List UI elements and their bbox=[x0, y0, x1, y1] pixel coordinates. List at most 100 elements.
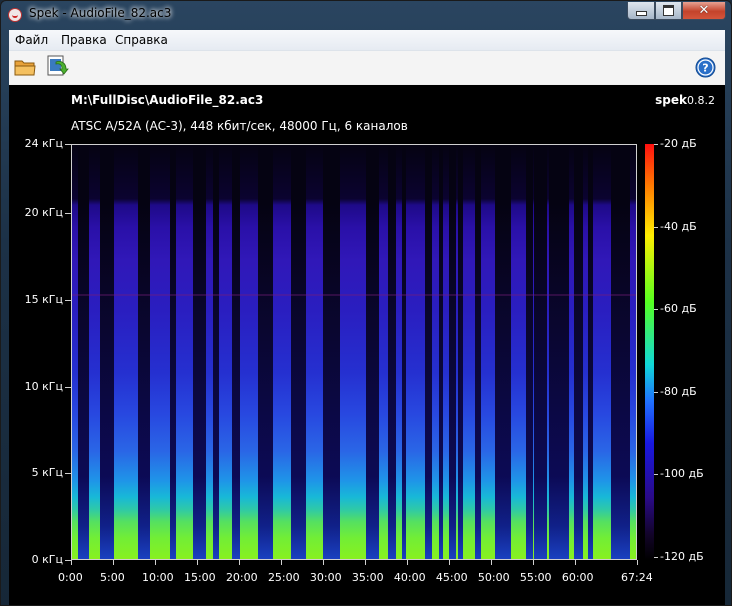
spectrogram-quiet-band bbox=[373, 145, 380, 559]
x-axis-tick bbox=[364, 560, 366, 565]
x-axis-tick bbox=[448, 560, 450, 565]
spek-app-icon bbox=[8, 8, 22, 22]
save-image-icon[interactable] bbox=[45, 54, 69, 78]
spectrogram-quiet-band bbox=[331, 145, 340, 559]
spectrogram-panel: M:\FullDisc\AudioFile_82.ac3 spek 0.8.2 … bbox=[9, 85, 725, 605]
x-axis-label: 40:00 bbox=[393, 571, 426, 584]
x-axis-label: 45:00 bbox=[435, 571, 468, 584]
app-window: Spek - AudioFile_82.ac3 ✕ Файл Правка Сп… bbox=[0, 0, 732, 606]
menu-edit[interactable]: Правка bbox=[61, 33, 107, 47]
menu-bar: Файл Правка Справка bbox=[9, 30, 725, 51]
spectrogram-quiet-band bbox=[77, 145, 89, 559]
help-icon[interactable]: ? bbox=[695, 57, 716, 78]
colorbar-tick bbox=[654, 391, 658, 393]
spectral-line bbox=[72, 294, 636, 297]
maximize-button[interactable] bbox=[655, 2, 682, 20]
y-axis-label: 5 кГц bbox=[31, 466, 63, 480]
x-axis-tick bbox=[406, 560, 408, 565]
window-title: Spek - AudioFile_82.ac3 bbox=[29, 6, 172, 20]
colorbar-tick bbox=[654, 474, 658, 476]
spectrogram-quiet-band bbox=[588, 145, 593, 559]
spectrogram-quiet-band bbox=[137, 145, 151, 559]
file-info: ATSC A/52A (AC-3), 448 кбит/сек, 48000 Г… bbox=[71, 119, 408, 133]
x-axis-label: 67:24 bbox=[621, 571, 653, 584]
spectrogram-quiet-band bbox=[548, 145, 563, 559]
x-axis-tick bbox=[196, 560, 198, 565]
x-axis-label: 30:00 bbox=[309, 571, 342, 584]
x-axis-tick bbox=[280, 560, 282, 565]
spectrogram-quiet-band bbox=[169, 145, 177, 559]
x-axis-tick bbox=[574, 560, 576, 565]
y-axis-label: 15 кГц bbox=[24, 293, 63, 306]
spectrogram-quiet-band bbox=[526, 145, 534, 559]
colorbar-label: -100 дБ bbox=[660, 467, 704, 481]
spectrogram-quiet-band bbox=[438, 145, 444, 559]
x-axis-tick bbox=[322, 560, 324, 565]
spectrogram-quiet-band bbox=[213, 145, 219, 559]
menu-help[interactable]: Справка bbox=[115, 33, 168, 47]
y-axis-label: 10 кГц bbox=[24, 379, 63, 393]
spectrogram-quiet-band bbox=[424, 145, 433, 559]
y-axis-label: 0 кГц bbox=[31, 553, 63, 566]
spectrogram-quiet-band bbox=[562, 145, 570, 559]
spectrogram-quiet-band bbox=[300, 145, 307, 559]
spectrogram-quiet-band bbox=[505, 145, 511, 559]
x-axis-tick bbox=[71, 560, 72, 565]
spectrogram-quiet-band bbox=[108, 145, 115, 559]
x-axis-label: 50:00 bbox=[477, 571, 510, 584]
colorbar-label: -20 дБ bbox=[660, 137, 697, 150]
x-axis-tick bbox=[532, 560, 534, 565]
client-area: Файл Правка Справка ? M:\FullDisc\AudioF… bbox=[9, 30, 725, 605]
colorbar-tick bbox=[654, 309, 658, 311]
menu-file[interactable]: Файл bbox=[15, 33, 48, 47]
db-colorbar bbox=[645, 144, 654, 560]
x-axis-label: 0:00 bbox=[58, 571, 83, 584]
spectrogram-quiet-band bbox=[573, 145, 583, 559]
app-name: spek bbox=[655, 93, 687, 107]
x-axis-tick bbox=[154, 560, 156, 565]
x-axis-label: 5:00 bbox=[99, 571, 125, 584]
x-axis-label: 25:00 bbox=[267, 571, 300, 584]
spectrogram-quiet-band bbox=[475, 145, 481, 559]
colorbar-tick bbox=[654, 557, 658, 559]
x-axis-tick bbox=[490, 560, 492, 565]
x-axis-tick bbox=[238, 560, 240, 565]
x-axis-label: 10:00 bbox=[141, 571, 174, 584]
app-version: 0.8.2 bbox=[687, 94, 715, 107]
minimize-icon bbox=[635, 11, 647, 16]
close-button[interactable]: ✕ bbox=[682, 2, 726, 20]
x-axis-label: 35:00 bbox=[351, 571, 384, 584]
colorbar-label: -60 дБ bbox=[660, 302, 697, 316]
y-axis-label: 24 кГц bbox=[24, 137, 63, 150]
spectrogram-quiet-band bbox=[266, 145, 274, 559]
spectrogram-quiet-band bbox=[448, 145, 456, 559]
close-icon: ✕ bbox=[698, 3, 710, 18]
spectrogram-plot[interactable] bbox=[71, 144, 637, 560]
title-bar[interactable]: Spek - AudioFile_82.ac3 ✕ bbox=[1, 1, 731, 29]
file-path: M:\FullDisc\AudioFile_82.ac3 bbox=[71, 93, 264, 107]
spectrogram-quiet-band bbox=[623, 145, 631, 559]
y-axis-label: 20 кГц bbox=[24, 206, 63, 220]
colorbar-label: -80 дБ bbox=[660, 384, 697, 398]
svg-text:?: ? bbox=[702, 62, 708, 75]
x-axis-label: 60:00 bbox=[561, 571, 594, 584]
x-axis-tick bbox=[112, 560, 114, 565]
x-axis-tick bbox=[637, 560, 638, 565]
spectrogram-quiet-band bbox=[201, 145, 207, 559]
colorbar-label: -120 дБ bbox=[660, 550, 704, 564]
spectrogram-quiet-band bbox=[232, 145, 241, 559]
spectrogram-quiet-band bbox=[322, 145, 331, 559]
spectrogram-quiet-band bbox=[401, 145, 407, 559]
open-folder-icon[interactable] bbox=[14, 57, 36, 77]
spectrogram-quiet-band bbox=[387, 145, 397, 559]
toolbar: ? bbox=[9, 51, 725, 84]
spectrogram-quiet-band bbox=[458, 145, 463, 559]
x-axis-label: 55:00 bbox=[519, 571, 552, 584]
colorbar-tick bbox=[654, 226, 658, 228]
colorbar-label: -40 дБ bbox=[660, 219, 697, 233]
x-axis-label: 20:00 bbox=[225, 571, 258, 584]
spectrogram-quiet-band bbox=[495, 145, 506, 559]
minimize-button[interactable] bbox=[627, 2, 655, 20]
maximize-icon bbox=[663, 5, 674, 16]
colorbar-tick bbox=[654, 144, 658, 145]
